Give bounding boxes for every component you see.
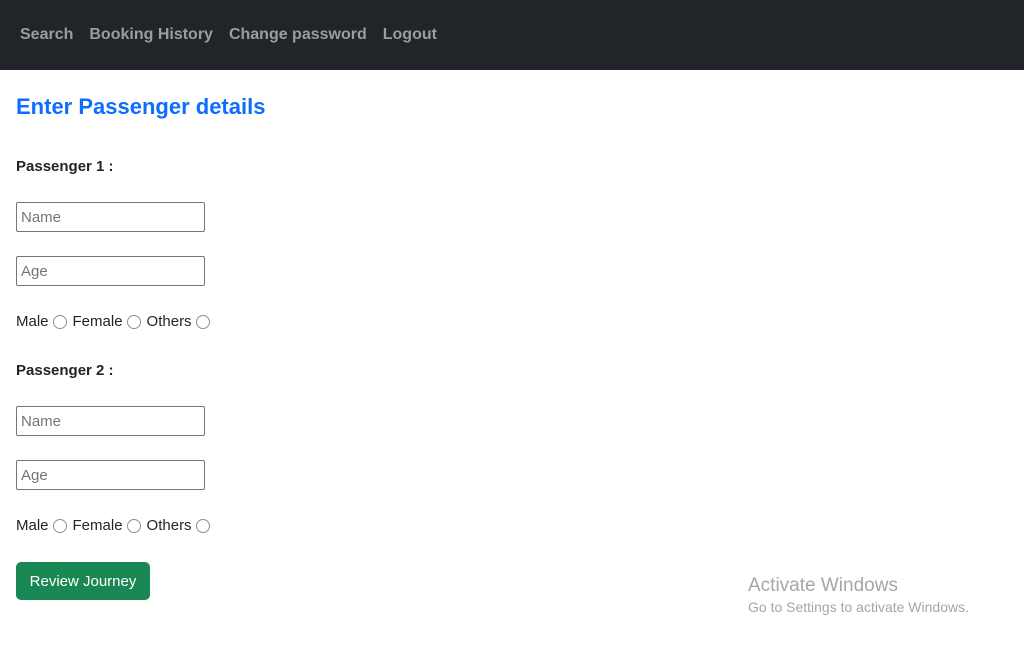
gender-others-label: Others bbox=[146, 313, 192, 330]
activate-windows-watermark: Activate Windows Go to Settings to activ… bbox=[748, 575, 969, 617]
watermark-title: Activate Windows bbox=[748, 575, 898, 596]
gender-female-label: Female bbox=[72, 313, 123, 330]
top-navbar: Search Booking History Change password L… bbox=[0, 0, 1024, 70]
passenger-2-male-radio[interactable] bbox=[52, 518, 67, 533]
passenger-1-heading: Passenger 1 : bbox=[16, 158, 114, 175]
passenger-2-female-radio[interactable] bbox=[126, 518, 141, 533]
nav-change-password-link[interactable]: Change password bbox=[229, 26, 367, 44]
passenger-1-female-radio[interactable] bbox=[126, 314, 141, 329]
passenger-1-gender-group: Male Female Others bbox=[16, 313, 216, 330]
passenger-2-name-input[interactable] bbox=[16, 406, 205, 436]
nav-logout-link[interactable]: Logout bbox=[383, 26, 437, 44]
nav-search-link[interactable]: Search bbox=[20, 26, 73, 44]
passenger-2-age-input[interactable] bbox=[16, 460, 205, 490]
gender-male-label: Male bbox=[16, 517, 49, 534]
nav-booking-history-link[interactable]: Booking History bbox=[89, 26, 213, 44]
passenger-2-others-radio[interactable] bbox=[195, 518, 210, 533]
gender-others-label: Others bbox=[146, 517, 192, 534]
passenger-2-gender-group: Male Female Others bbox=[16, 517, 216, 534]
passenger-2-heading: Passenger 2 : bbox=[16, 362, 114, 379]
passenger-1-male-radio[interactable] bbox=[52, 314, 67, 329]
passenger-1-age-input[interactable] bbox=[16, 256, 205, 286]
review-journey-button[interactable]: Review Journey bbox=[16, 562, 150, 600]
page-title: Enter Passenger details bbox=[16, 94, 266, 119]
watermark-subtitle: Go to Settings to activate Windows. bbox=[748, 599, 969, 615]
gender-female-label: Female bbox=[72, 517, 123, 534]
passenger-1-name-input[interactable] bbox=[16, 202, 205, 232]
gender-male-label: Male bbox=[16, 313, 49, 330]
passenger-1-others-radio[interactable] bbox=[195, 314, 210, 329]
